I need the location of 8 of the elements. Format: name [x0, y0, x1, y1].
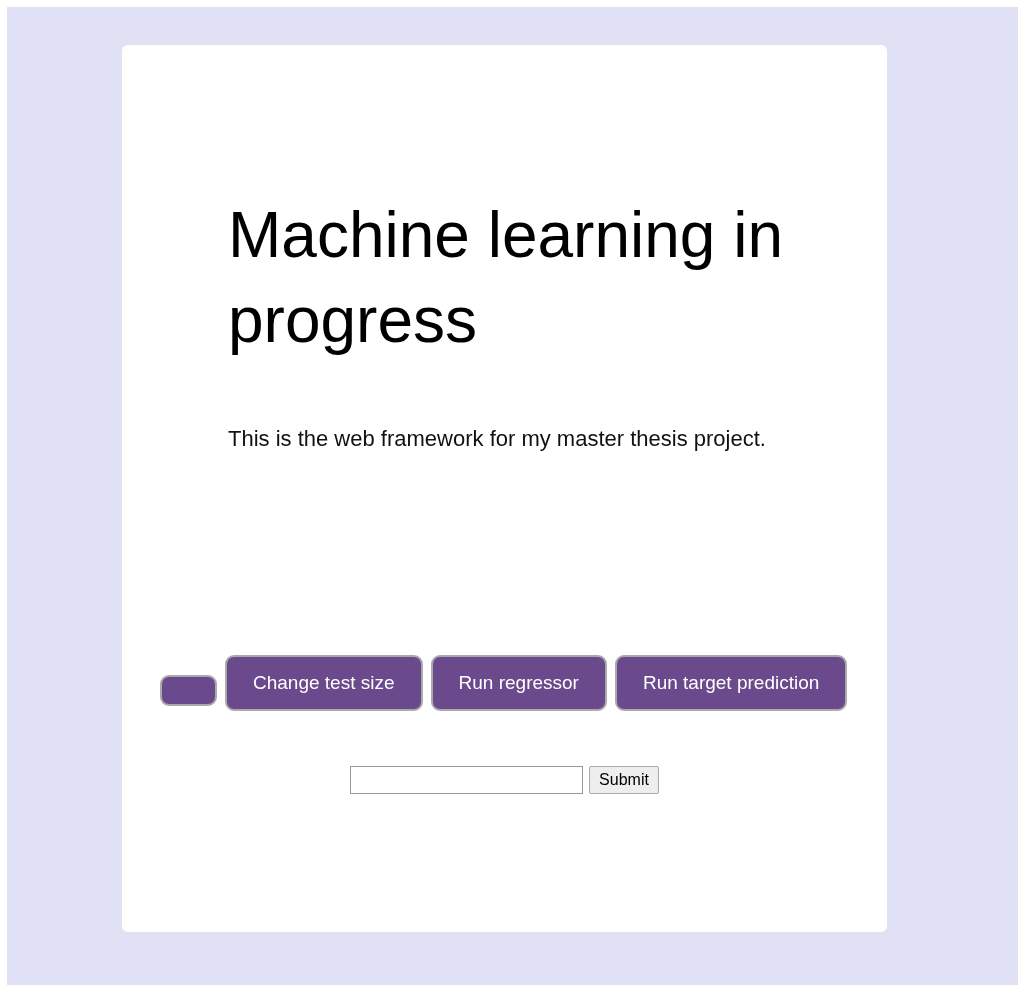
description-text: This is the web framework for my master thesis project.: [228, 425, 767, 453]
submit-button[interactable]: Submit: [589, 766, 659, 794]
action-button[interactable]: Change test size: [225, 655, 423, 711]
action-button[interactable]: Run regressor: [430, 655, 607, 711]
page-title: Machine learning in progress: [228, 198, 784, 358]
empty-button[interactable]: [160, 675, 217, 706]
input-field[interactable]: [350, 766, 584, 794]
action-button[interactable]: Run target prediction: [614, 655, 848, 711]
